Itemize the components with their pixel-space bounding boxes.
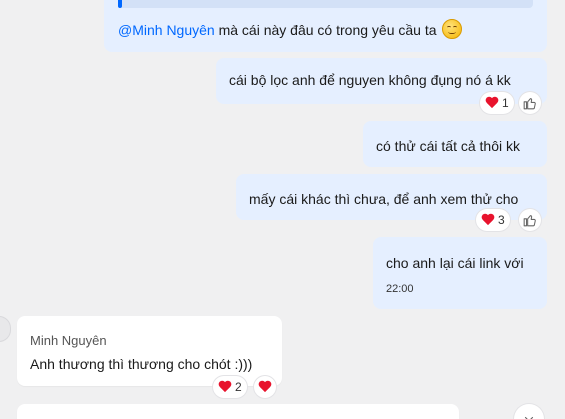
heart-icon (258, 381, 272, 394)
reaction-summary[interactable]: 3 (476, 209, 510, 231)
message-bubble[interactable]: @Minh Nguyên mà cái này đâu có trong yêu… (104, 0, 547, 52)
message-bubble[interactable]: cho anh lại cái link với 22:00 (373, 237, 547, 309)
smiling-face-icon (442, 19, 463, 39)
message-text: mấy cái khác thì chưa, để anh xem thử ch… (249, 191, 519, 207)
chat-message-list[interactable]: @Minh Nguyên mà cái này đâu có trong yêu… (0, 0, 565, 419)
reaction-count: 2 (235, 380, 242, 394)
react-button[interactable] (519, 92, 541, 114)
quote-accent-bar (118, 0, 122, 8)
message-text: cho anh lại cái link với (386, 255, 524, 271)
reaction-summary[interactable]: 1 (480, 92, 514, 114)
message-bubble[interactable] (17, 404, 459, 419)
message-text: cái bộ lọc anh để nguyen không đụng nó á… (229, 72, 511, 88)
reaction-count: 1 (502, 96, 509, 110)
message-timestamp: 22:00 (386, 283, 414, 295)
scroll-button[interactable] (514, 404, 544, 419)
reaction-summary[interactable]: 2 (213, 376, 247, 398)
message-text: có thử cái tất cả thôi kk (376, 138, 520, 154)
message-bubble[interactable]: Minh Nguyên Anh thương thì thương cho ch… (17, 316, 282, 386)
avatar[interactable] (0, 316, 11, 342)
message-text: @Minh Nguyên mà cái này đâu có trong yêu… (118, 19, 463, 39)
message-text: Anh thương thì thương cho chót :))) (30, 356, 253, 372)
thumbs-up-icon (523, 98, 536, 110)
chevron-down-icon (524, 416, 534, 419)
sender-name[interactable]: Minh Nguyên (30, 332, 107, 350)
thumbs-up-icon (523, 215, 536, 227)
message-bubble[interactable]: có thử cái tất cả thôi kk (363, 121, 547, 167)
user-mention[interactable]: @Minh Nguyên (118, 22, 215, 38)
heart-icon (218, 381, 232, 394)
reaction-count: 3 (498, 213, 505, 227)
heart-icon (481, 214, 495, 227)
react-button[interactable] (254, 376, 276, 398)
react-button[interactable] (519, 209, 541, 231)
heart-icon (485, 97, 499, 110)
quoted-message-preview[interactable] (118, 0, 533, 8)
